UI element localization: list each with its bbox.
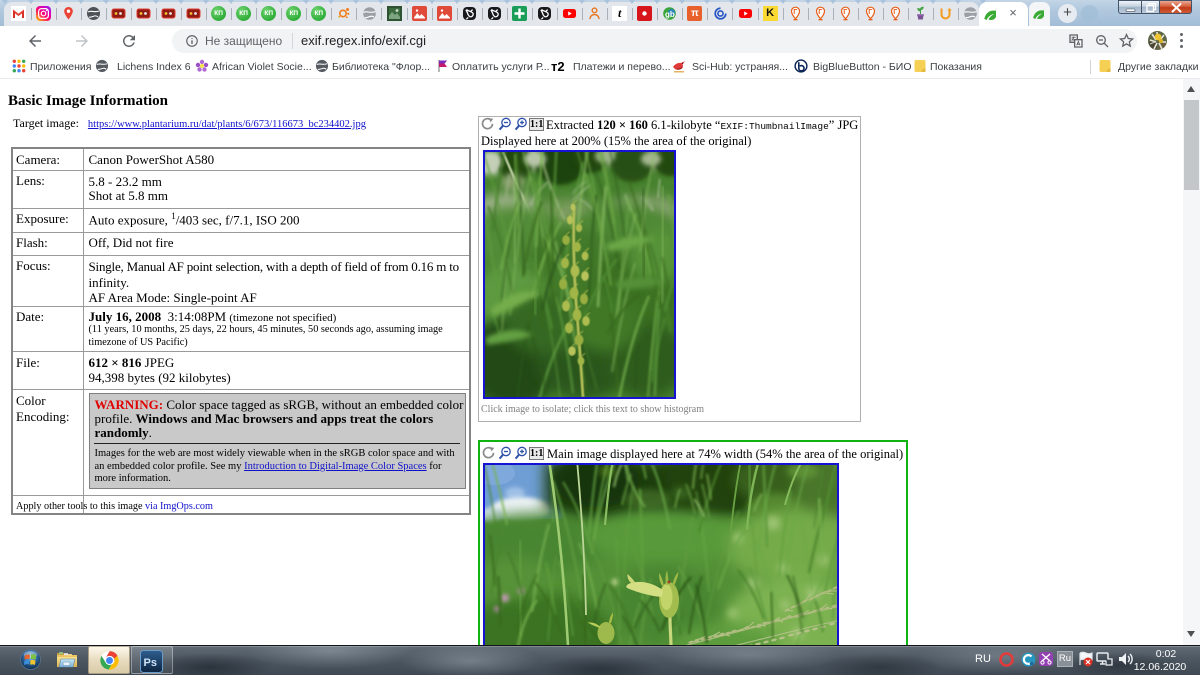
svg-text:Г: Г	[843, 9, 847, 16]
svg-text:Г: Г	[818, 9, 822, 16]
svg-text:Г: Г	[793, 9, 797, 16]
svg-text:Ps: Ps	[144, 657, 157, 669]
svg-text:gb: gb	[665, 10, 675, 19]
svg-text:Г: Г	[893, 9, 897, 16]
svg-text:Г: Г	[868, 9, 872, 16]
